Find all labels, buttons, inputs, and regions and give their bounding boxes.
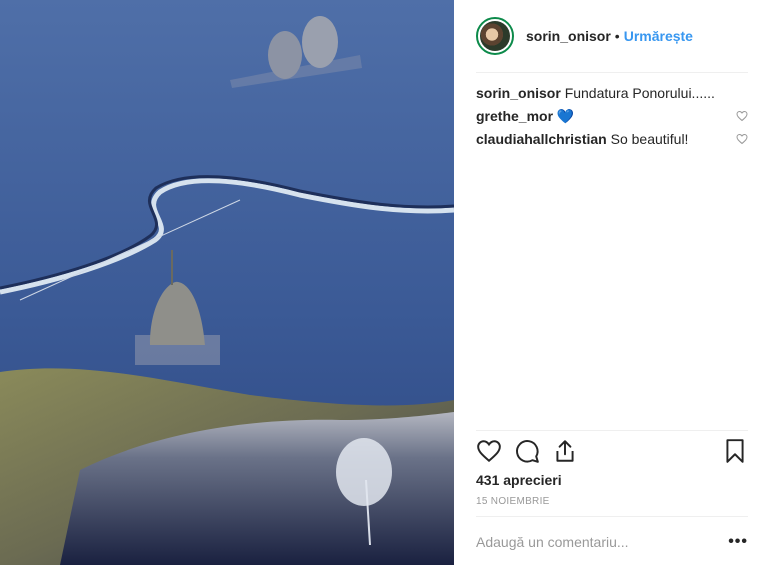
comment-bubble-icon[interactable] <box>514 438 540 464</box>
more-options-button[interactable]: ••• <box>728 533 748 551</box>
caption: sorin_onisor Fundatura Ponorului...... <box>476 84 748 102</box>
likes-count[interactable]: 431 aprecieri <box>476 472 562 488</box>
comment-username[interactable]: claudiahallchristian <box>476 131 607 147</box>
comment-text: 💙 <box>556 108 575 124</box>
follow-button[interactable]: Urmărește <box>624 28 693 44</box>
comment-text: So beautiful! <box>610 131 689 147</box>
bookmark-icon[interactable] <box>722 438 748 464</box>
add-comment-bar: ••• <box>476 530 748 554</box>
username-link[interactable]: sorin_onisor <box>526 28 611 44</box>
caption-username[interactable]: sorin_onisor <box>476 85 561 101</box>
post-header: sorin_onisor • Urmărește <box>476 16 748 56</box>
comment-username[interactable]: grethe_mor <box>476 108 553 124</box>
comments-list: sorin_onisor Fundatura Ponorului...... g… <box>476 84 748 153</box>
post-date[interactable]: 15 NOIEMBRIE <box>476 496 550 507</box>
landscape-image <box>0 0 454 565</box>
header-divider <box>476 72 748 73</box>
comment-input[interactable] <box>476 534 706 550</box>
list-item: claudiahallchristian So beautiful! <box>476 130 748 148</box>
post-actions <box>474 438 750 466</box>
post-photo[interactable] <box>0 0 454 565</box>
list-item: grethe_mor 💙 <box>476 107 748 125</box>
comment-divider <box>476 516 748 517</box>
actions-divider <box>476 430 748 431</box>
share-icon[interactable] <box>552 438 578 464</box>
post-details-panel: sorin_onisor • Urmărește sorin_onisor Fu… <box>454 0 768 565</box>
caption-text: Fundatura Ponorului...... <box>564 85 715 101</box>
heart-icon[interactable] <box>736 110 748 122</box>
heart-icon[interactable] <box>736 133 748 145</box>
heart-icon[interactable] <box>476 438 502 464</box>
avatar[interactable] <box>476 17 514 55</box>
separator-dot: • <box>614 28 620 44</box>
